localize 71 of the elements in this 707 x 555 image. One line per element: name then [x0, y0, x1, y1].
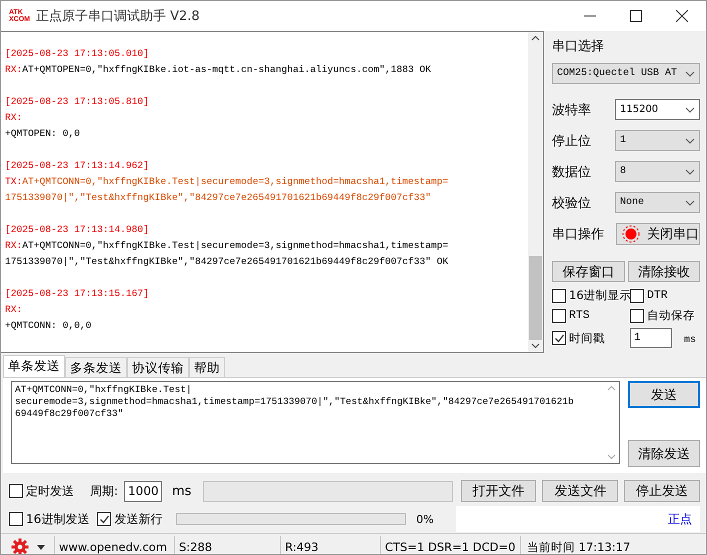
log-timestamp: [2025-08-23 17:13:05.810] — [5, 95, 150, 109]
log-line: +QMTCONN: 0,0,0 — [5, 319, 92, 333]
chevron-icon — [685, 168, 695, 174]
section-label: 串口选择 — [552, 38, 605, 55]
tab[interactable]: 帮助 — [189, 357, 225, 377]
setting-label: 波特率 — [552, 102, 591, 118]
file-path-field[interactable] — [203, 480, 453, 502]
option-checkbox[interactable]: RTS — [552, 308, 630, 323]
option-checkbox[interactable]: 自动保存 — [630, 308, 700, 323]
file-button[interactable]: 发送文件 — [542, 480, 618, 502]
log-line: +QMTOPEN: 0,0 — [5, 127, 81, 141]
setting-label: 校验位 — [552, 194, 591, 212]
website-link[interactable]: 正点 — [668, 510, 692, 528]
tab[interactable]: 多条发送 — [65, 357, 127, 377]
chevron-icon — [685, 70, 695, 76]
maximize-icon[interactable] — [630, 10, 642, 22]
setting-dropdown[interactable]: None — [615, 192, 700, 213]
log-line: RX:AT+QMTCONN=0,"hxffngKIBke.Test|securemode=3,signmethod=hmacsha1,timestamp= — [5, 239, 450, 253]
log-line: 1751339070|","Test&hxffngKIBke","84297ce7e265491701621b69449f8c29f007cf33" — [5, 191, 432, 205]
scrollbar-thumb[interactable] — [529, 256, 542, 340]
unit-label: ms — [684, 334, 696, 346]
checkmark-icon — [98, 514, 110, 524]
window-title: 正点原子串口调试助手 V2.8 — [36, 8, 200, 25]
caret-icon[interactable] — [37, 544, 45, 550]
log-line: TX:AT+QMTCONN=0,"hxffngKIBke.Test|securemode=3,signmethod=hmacsha1,timestamp= — [5, 175, 450, 189]
option-checkbox[interactable]: 16进制显示 — [552, 288, 630, 303]
setting-label: 停止位 — [552, 132, 591, 150]
status-url: www.openedv.com — [55, 536, 175, 554]
log-timestamp: [2025-08-23 17:13:15.167] — [5, 287, 150, 301]
tab[interactable]: 单条发送 — [3, 355, 65, 377]
log-timestamp: [2025-08-23 17:13:14.962] — [5, 159, 150, 173]
setting-dropdown[interactable]: 115200 — [615, 99, 700, 120]
file-button[interactable]: 打开文件 — [460, 480, 536, 502]
chevron-icon — [685, 200, 695, 206]
clear-send-button[interactable]: 清除发送 — [628, 440, 700, 467]
status-sent: S:288 — [175, 536, 281, 554]
log-timestamp: [2025-08-23 17:13:14.980] — [5, 223, 150, 237]
log-timestamp: [2025-08-23 17:13:05.010] — [5, 47, 150, 61]
log-line: 1751339070|","Test&hxffngKIBke","84297ce7e265491701621b69449f8c29f007cf33" OK — [5, 255, 450, 269]
port-dropdown[interactable]: COM25:Quectel USB AT — [552, 63, 700, 84]
setting-dropdown[interactable]: 1 — [615, 130, 700, 151]
log-line: RX:AT+QMTOPEN=0,"hxffngKIBke.iot-as-mqtt.cn-shanghai.aliyuncs.com",1883 OK — [5, 63, 432, 77]
panel-button[interactable]: 保存窗口 — [552, 261, 624, 282]
newline-checkbox[interactable]: 发送新行 — [97, 510, 162, 528]
unit-label: ms — [172, 484, 192, 498]
status-received: R:493 — [281, 536, 381, 554]
chevron-icon — [685, 138, 695, 144]
log-line: RX: — [5, 303, 24, 317]
setting-dropdown[interactable]: 8 — [615, 161, 700, 182]
close-icon[interactable] — [676, 10, 688, 22]
log-line: RX: — [5, 111, 24, 125]
period-label: 周期: — [90, 482, 118, 500]
option-checkbox[interactable]: DTR — [630, 288, 700, 303]
chevron-icon — [685, 106, 695, 112]
close-port-button[interactable]: 关闭串口 — [616, 222, 700, 244]
gear-icon[interactable] — [11, 538, 29, 554]
file-button[interactable]: 停止发送 — [624, 480, 700, 502]
panel-button[interactable]: 清除接收 — [628, 261, 700, 282]
period-field[interactable]: 1000 — [124, 480, 162, 502]
tab[interactable]: 协议传输 — [127, 357, 189, 377]
send-button[interactable]: 发送 — [628, 381, 700, 408]
progress-reading: 0% — [416, 512, 434, 526]
hex-send-checkbox[interactable]: 16进制发送 — [9, 510, 90, 528]
status-time: 当前时间 17:13:17 — [526, 538, 630, 554]
setting-label: 串口操作 — [552, 226, 604, 242]
timed-send-checkbox[interactable]: 定时发送 — [9, 482, 74, 500]
setting-label: 数据位 — [552, 164, 591, 180]
option-checkbox[interactable]: 时间戳 — [552, 328, 630, 348]
checkmark-icon — [554, 332, 564, 344]
interval-field[interactable]: 1 — [630, 328, 672, 348]
status-lines: CTS=1 DSR=1 DCD=0 — [381, 536, 521, 554]
